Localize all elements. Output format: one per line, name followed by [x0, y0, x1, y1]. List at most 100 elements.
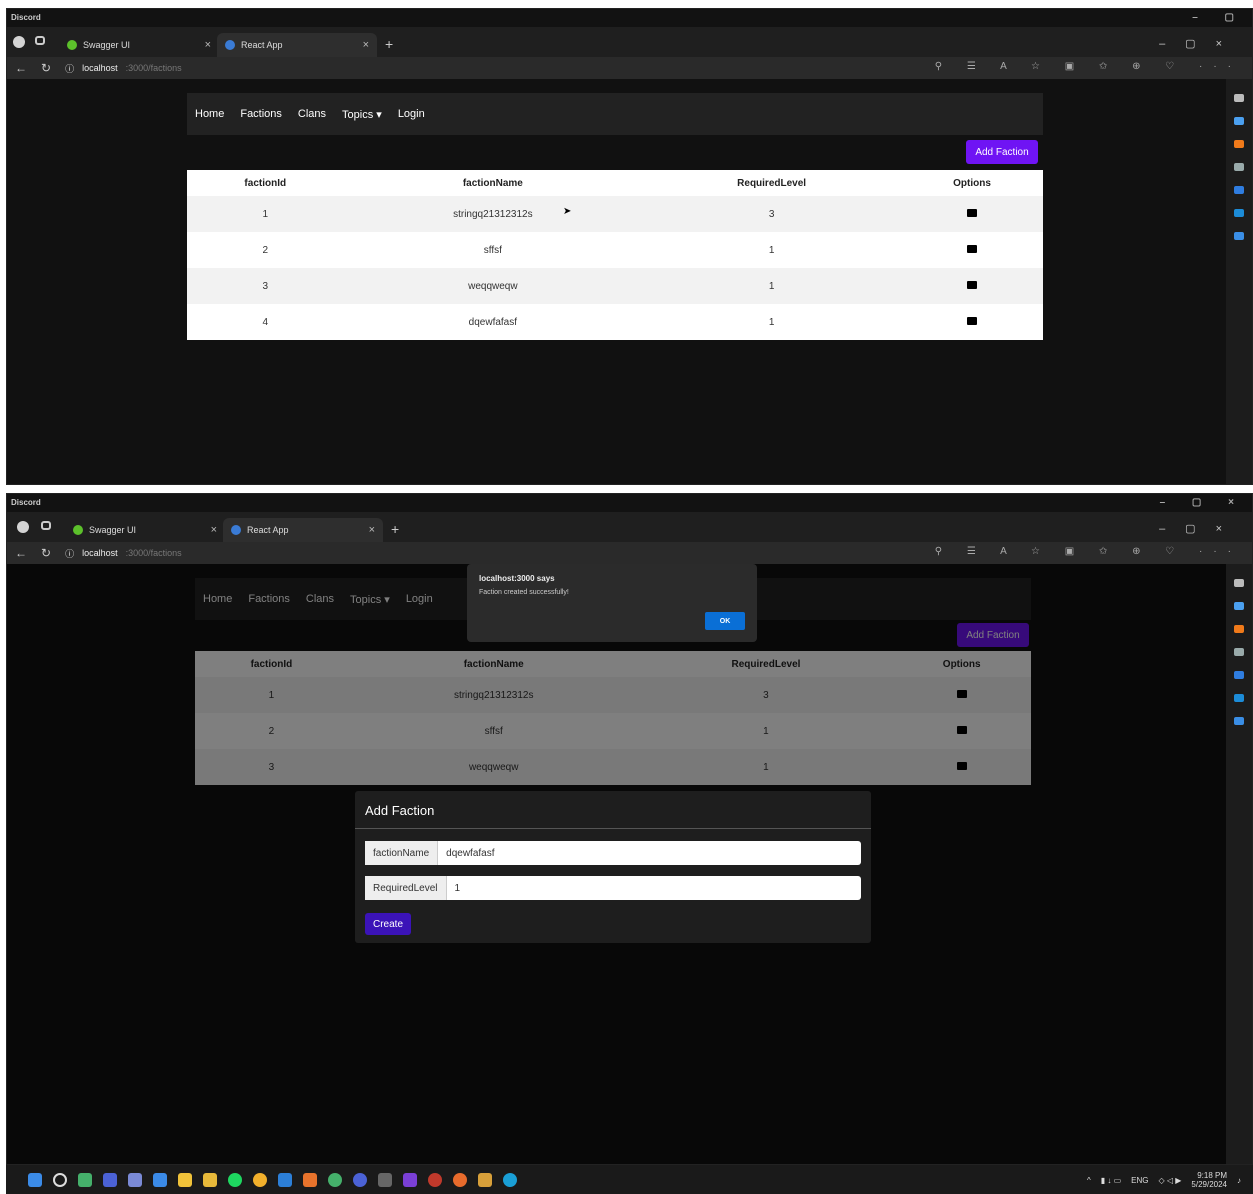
vscode-icon[interactable]	[278, 1172, 292, 1187]
sidebar-app-icon[interactable]	[1234, 117, 1244, 125]
nav-topics[interactable]: Topics ▾	[342, 108, 382, 121]
add-faction-button[interactable]: Add Faction	[966, 140, 1038, 164]
options-icon[interactable]	[967, 280, 978, 289]
url-field[interactable]: ⓘ localhost :3000/factions	[65, 547, 182, 560]
create-button[interactable]: Create	[365, 913, 411, 935]
close-icon[interactable]: ×	[211, 524, 217, 536]
refresh-icon[interactable]: ↻	[41, 546, 51, 560]
tab-react[interactable]: React App ×	[223, 518, 383, 542]
cell-id: 1	[187, 196, 344, 232]
react-icon	[225, 40, 235, 50]
nav-home[interactable]: Home	[195, 108, 224, 120]
tab-label: React App	[241, 40, 283, 50]
sidebar-app-icon[interactable]	[1234, 671, 1244, 679]
refresh-icon[interactable]: ↻	[41, 61, 51, 75]
options-icon[interactable]	[967, 316, 978, 325]
browser-toolbar-icons[interactable]: ⚲ ☰ A ☆ ▣ ✩ ⊕ ♡ ···	[935, 61, 1242, 72]
sidebar-app-icon[interactable]	[1234, 648, 1244, 656]
tab-react[interactable]: React App ×	[217, 33, 377, 57]
field-value[interactable]: 1	[447, 883, 461, 894]
close-icon[interactable]: ×	[369, 524, 375, 536]
taskbar-app-icon[interactable]	[78, 1172, 92, 1187]
window-controls[interactable]: –▢×	[1159, 37, 1242, 50]
nav-factions[interactable]: Factions	[240, 108, 282, 120]
search-icon[interactable]	[1234, 94, 1244, 102]
tab-bar: Swagger UI × React App × + –▢×	[7, 512, 1252, 542]
sidebar-app-icon[interactable]	[1234, 186, 1244, 194]
close-icon[interactable]: ×	[363, 39, 369, 51]
sidebar-app-icon[interactable]	[1234, 163, 1244, 171]
col-required-level: RequiredLevel	[737, 177, 807, 189]
table-row: 4 dqewfafasf 1	[187, 304, 1043, 340]
windows-start-icon[interactable]	[28, 1172, 42, 1187]
sidebar-app-icon[interactable]	[1234, 209, 1244, 217]
folder-icon[interactable]	[203, 1172, 217, 1187]
cell-name: dqewfafasf	[468, 316, 518, 328]
search-icon[interactable]	[53, 1172, 67, 1187]
taskbar-app-icon[interactable]	[303, 1172, 317, 1187]
taskbar-app-icon[interactable]	[103, 1172, 117, 1187]
sidebar-app-icon[interactable]	[1234, 232, 1244, 240]
back-icon[interactable]: ←	[15, 61, 27, 75]
nav-login[interactable]: Login	[398, 108, 425, 120]
notification-icon[interactable]: ♪	[1237, 1176, 1241, 1185]
spotify-icon[interactable]	[228, 1172, 242, 1187]
alert-message: Faction created successfully!	[479, 589, 569, 596]
network-volume-icons[interactable]: ◇ ◁ ▶	[1159, 1176, 1182, 1185]
tray-icons[interactable]: ▮ ↓ ▭	[1101, 1176, 1121, 1185]
tab-actions-icon[interactable]	[35, 36, 45, 45]
chrome-icon[interactable]	[253, 1172, 267, 1187]
nav-clans[interactable]: Clans	[298, 108, 326, 120]
back-icon[interactable]: ←	[15, 546, 27, 560]
faction-name-field[interactable]: factionName dqewfafasf	[365, 841, 861, 865]
options-icon[interactable]	[967, 244, 978, 253]
sidebar-app-icon[interactable]	[1234, 717, 1244, 725]
clock[interactable]: 9:18 PM 5/29/2024	[1191, 1171, 1227, 1189]
required-level-field[interactable]: RequiredLevel 1	[365, 876, 861, 900]
close-icon[interactable]: ×	[205, 39, 211, 51]
address-bar: ← ↻ ⓘ localhost :3000/factions ⚲ ☰ A ☆ ▣…	[7, 542, 1252, 564]
tab-swagger[interactable]: Swagger UI ×	[65, 518, 225, 542]
taskbar-app-icon[interactable]	[153, 1172, 167, 1187]
browser-toolbar-icons[interactable]: ⚲ ☰ A ☆ ▣ ✩ ⊕ ♡ ···	[935, 546, 1242, 557]
sidebar-app-icon[interactable]	[1234, 140, 1244, 148]
search-icon[interactable]	[1234, 579, 1244, 587]
alert-ok-button[interactable]: OK	[705, 612, 745, 630]
sidebar-app-icon[interactable]	[1234, 625, 1244, 633]
page-content: Home Factions Clans Topics ▾ Login Add F…	[7, 79, 1226, 484]
profile-icon[interactable]	[13, 36, 25, 48]
new-tab-icon[interactable]: +	[385, 36, 393, 52]
terminal-icon[interactable]	[378, 1172, 392, 1187]
app-title: Discord	[11, 498, 41, 507]
sidebar-app-icon[interactable]	[1234, 602, 1244, 610]
cell-options	[901, 268, 1043, 304]
col-faction-name: factionName	[462, 177, 523, 189]
tab-swagger[interactable]: Swagger UI ×	[59, 33, 219, 57]
tab-actions-icon[interactable]	[41, 521, 51, 530]
profile-icon[interactable]	[17, 521, 29, 533]
table-row: 2 sffsf 1	[187, 232, 1043, 268]
url-field[interactable]: ⓘ localhost :3000/factions	[65, 62, 182, 75]
taskbar-app-icon[interactable]	[428, 1172, 442, 1187]
options-icon[interactable]	[967, 208, 978, 217]
field-value[interactable]: dqewfafasf	[438, 848, 494, 859]
mouse-cursor-icon: ➤	[563, 206, 572, 217]
titlebar-controls[interactable]: – ▢ ×	[1160, 497, 1246, 508]
titlebar-controls[interactable]: – ▢	[1192, 12, 1246, 23]
language-indicator[interactable]: ENG	[1131, 1176, 1148, 1185]
alert-title: localhost:3000 says	[479, 574, 555, 583]
taskbar-app-icon[interactable]	[128, 1172, 142, 1187]
chevron-up-icon[interactable]: ^	[1087, 1176, 1091, 1185]
firefox-icon[interactable]	[453, 1172, 467, 1187]
new-tab-icon[interactable]: +	[391, 521, 399, 537]
edge-icon[interactable]	[503, 1172, 517, 1187]
taskbar-app-icon[interactable]	[403, 1172, 417, 1187]
app-titlebar: Discord – ▢	[7, 9, 1252, 27]
taskbar-app-icon[interactable]	[478, 1172, 492, 1187]
discord-icon[interactable]	[353, 1172, 367, 1187]
sidebar-app-icon[interactable]	[1234, 694, 1244, 702]
clock-time: 9:18 PM	[1197, 1171, 1227, 1180]
taskbar-app-icon[interactable]	[178, 1172, 192, 1187]
taskbar-app-icon[interactable]	[328, 1172, 342, 1187]
window-controls[interactable]: –▢×	[1159, 522, 1242, 535]
